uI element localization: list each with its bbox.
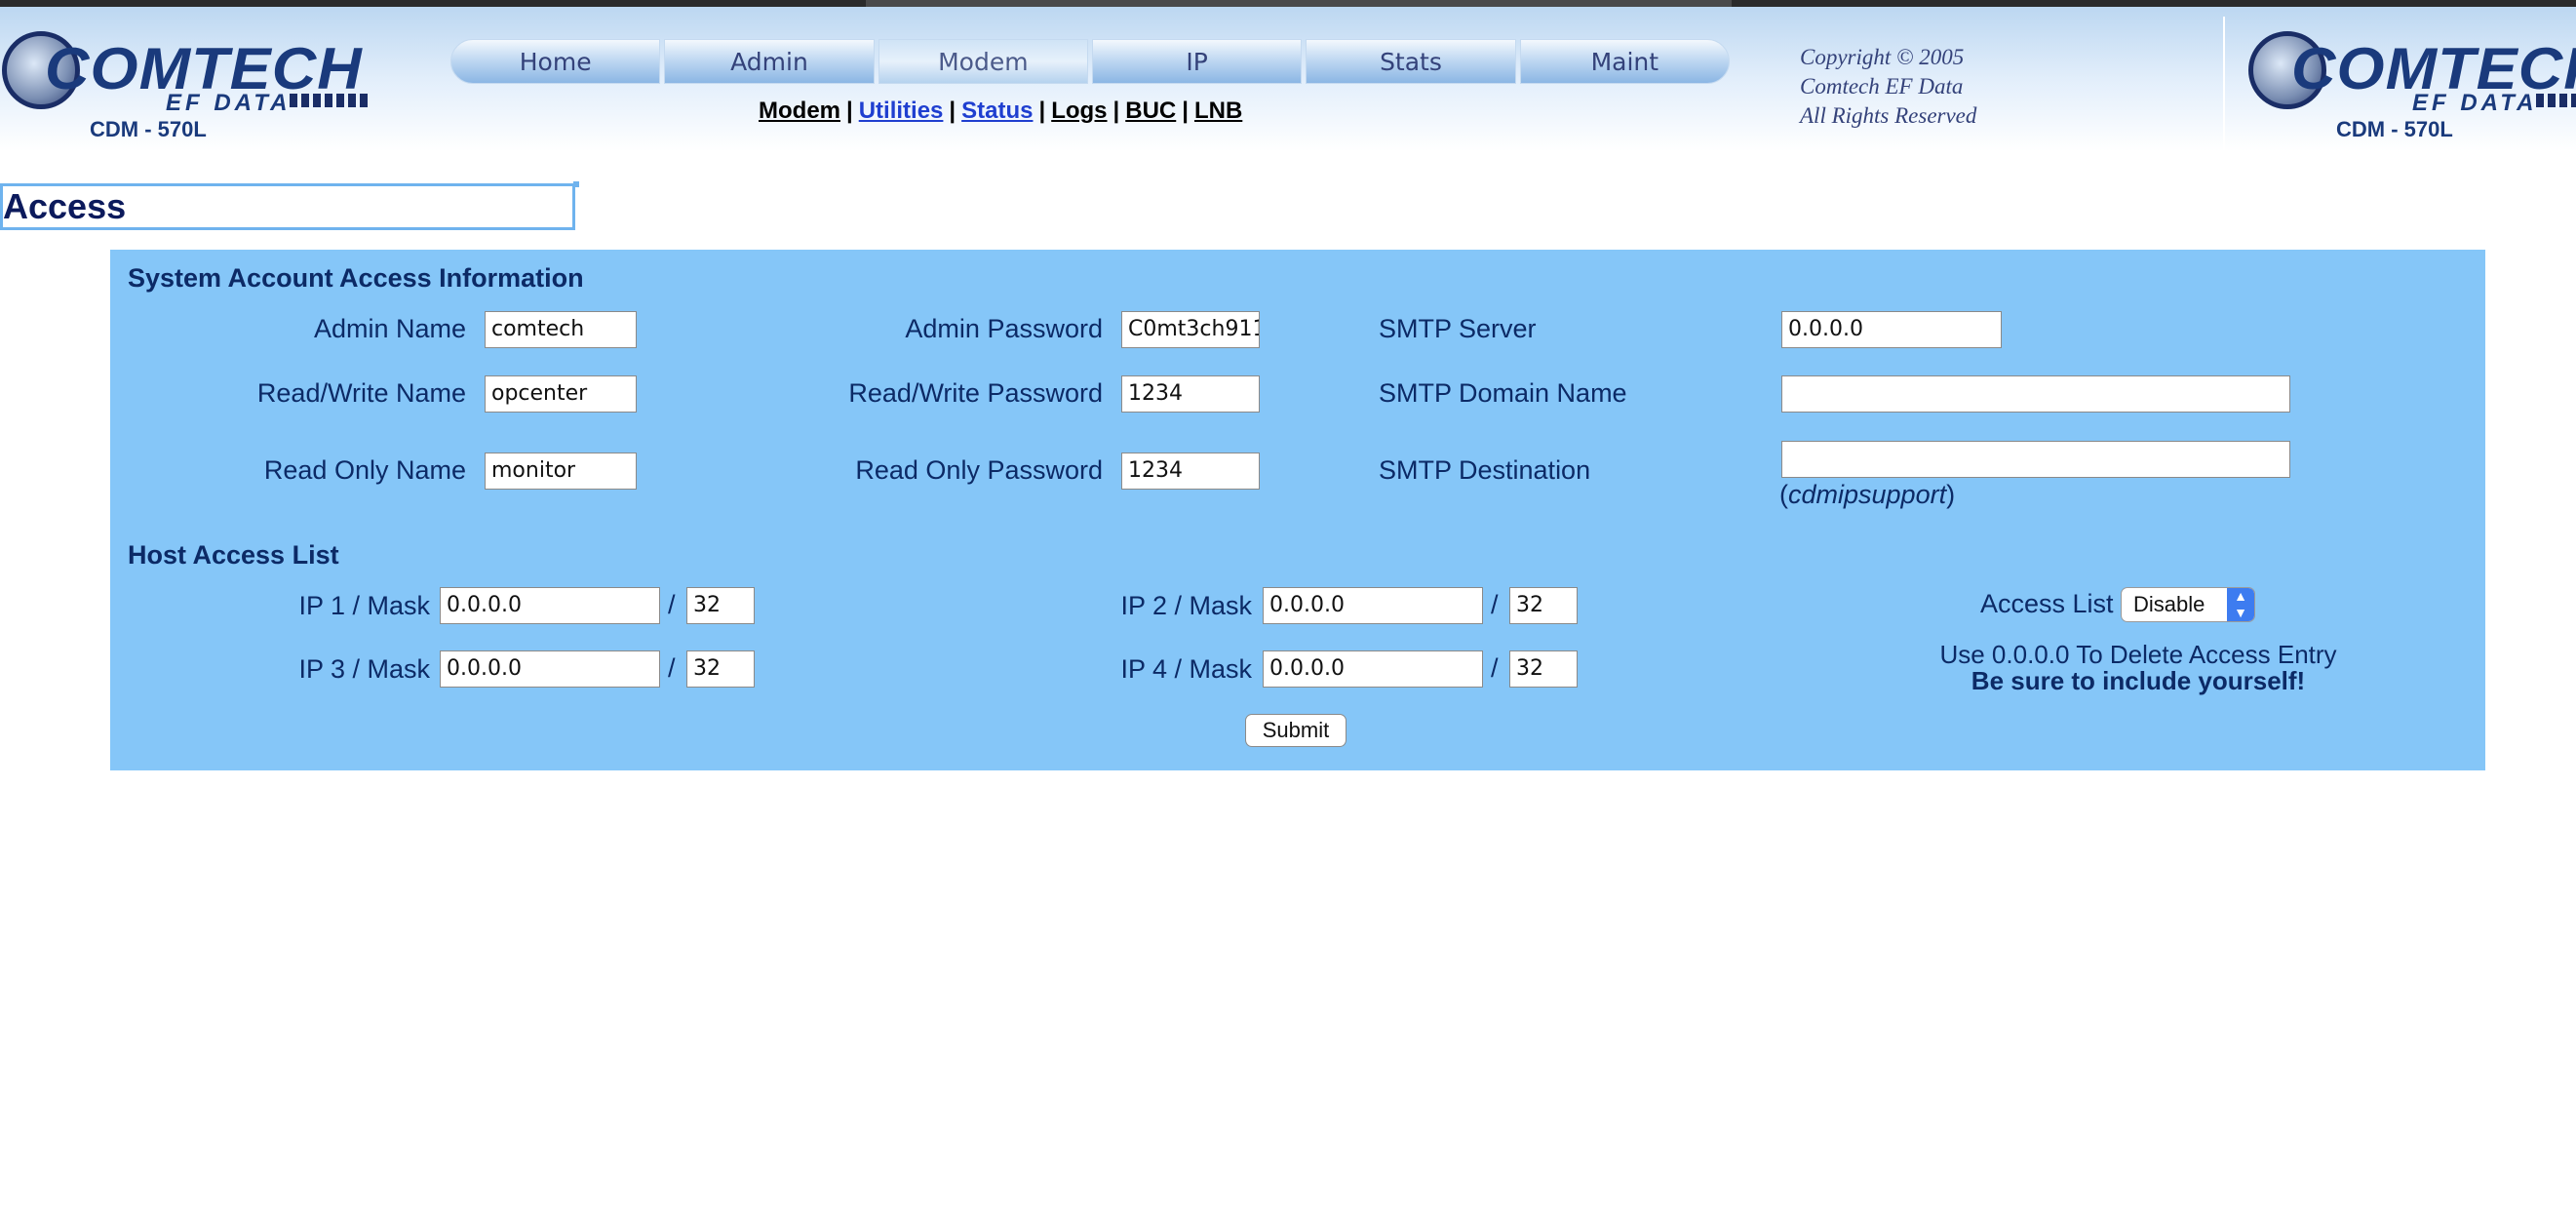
access-panel: System Account Access Information Admin … [110, 250, 2485, 770]
nav-stats[interactable]: Stats [1306, 39, 1516, 84]
smtp-server-input[interactable]: 0.0.0.0 [1781, 311, 2002, 348]
ro-name-label: Read Only Name [263, 455, 466, 485]
include-yourself-note: Be sure to include yourself! [1971, 666, 2306, 695]
comtech-logo-left: COMTECH EF DATA CDM - 570L [2, 23, 382, 141]
subnav-utilities[interactable]: Utilities [859, 98, 944, 124]
nav-ip[interactable]: IP [1091, 39, 1303, 84]
subnav-lnb[interactable]: LNB [1194, 98, 1242, 124]
ip2-mask-input[interactable]: 32 [1509, 587, 1578, 624]
admin-password-label: Admin Password [905, 314, 1103, 343]
ro-password-label: Read Only Password [855, 455, 1103, 485]
subnav-separator: | [1112, 98, 1120, 124]
ip1-label: IP 1 / Mask [298, 591, 430, 620]
logo-bars-icon [2536, 94, 2576, 107]
ip4-slash: / [1491, 653, 1499, 683]
admin-name-input[interactable]: comtech [485, 311, 637, 348]
subnav-status[interactable]: Status [961, 98, 1033, 124]
smtp-destination-label: SMTP Destination [1379, 455, 1591, 485]
nav-admin[interactable]: Admin [664, 39, 875, 84]
page-title: Access [0, 183, 575, 230]
access-list-label: Access List [1980, 589, 2114, 618]
host-access-title: Host Access List [128, 540, 339, 570]
nav-maint[interactable]: Maint [1519, 39, 1730, 84]
ip3-slash: / [668, 653, 676, 683]
logo-subtitle: EF DATA [166, 90, 292, 116]
access-list-select[interactable]: Disable ▲ ▼ [2121, 587, 2255, 622]
copyright: Copyright © 2005 Comtech EF Data All Rig… [1800, 43, 1976, 131]
subnav-logs[interactable]: Logs [1051, 98, 1107, 124]
ip3-mask-input[interactable]: 32 [686, 650, 755, 688]
logo-subtitle: EF DATA [2412, 90, 2538, 116]
smtp-domain-input[interactable] [1781, 375, 2290, 413]
ip4-label: IP 4 / Mask [1120, 654, 1252, 684]
top-strip [0, 0, 2576, 7]
rw-password-input[interactable]: 1234 [1121, 375, 1260, 413]
subnav-buc[interactable]: BUC [1125, 98, 1176, 124]
ip4-mask-input[interactable]: 32 [1509, 650, 1578, 688]
ro-password-input[interactable]: 1234 [1121, 453, 1260, 490]
ip1-mask-input[interactable]: 32 [686, 587, 755, 624]
sub-nav: Modem | Utilities | Status | Logs | BUC | LNB [759, 98, 1266, 129]
smtp-destination-hint: (cdmipsupport) [1779, 480, 1956, 509]
copyright-line-2: Comtech EF Data [1800, 74, 1964, 98]
admin-password-input[interactable]: C0mt3ch911 [1121, 311, 1260, 348]
subnav-separator: | [949, 98, 956, 124]
ip2-input[interactable]: 0.0.0.0 [1263, 587, 1483, 624]
copyright-line-3: All Rights Reserved [1800, 103, 1977, 128]
copyright-line-1: Copyright © 2005 [1800, 45, 1965, 69]
smtp-domain-label: SMTP Domain Name [1379, 378, 1627, 408]
access-list-selected: Disable [2133, 592, 2205, 616]
subnav-modem[interactable]: Modem [759, 98, 840, 124]
ip2-slash: / [1491, 590, 1499, 619]
rw-password-label: Read/Write Password [848, 378, 1103, 408]
ip3-input[interactable]: 0.0.0.0 [440, 650, 660, 688]
header-divider [2223, 17, 2225, 153]
rw-name-label: Read/Write Name [256, 378, 466, 408]
system-account-title: System Account Access Information [128, 263, 584, 293]
model-label: CDM - 570L [90, 117, 207, 141]
ip1-input[interactable]: 0.0.0.0 [440, 587, 660, 624]
nav-home[interactable]: Home [450, 39, 661, 84]
subnav-separator: | [846, 98, 853, 124]
chevron-up-down-icon: ▲ ▼ [2227, 588, 2254, 621]
comtech-logo-right: COMTECH EF DATA CDM - 570L [2248, 23, 2576, 141]
smtp-server-label: SMTP Server [1379, 314, 1537, 343]
ip2-label: IP 2 / Mask [1120, 591, 1252, 620]
subnav-separator: | [1038, 98, 1046, 124]
rw-name-input[interactable]: opcenter [485, 375, 637, 413]
ip1-slash: / [668, 590, 676, 619]
title-box-handle [573, 181, 579, 187]
ip4-input[interactable]: 0.0.0.0 [1263, 650, 1483, 688]
nav-modem[interactable]: Modem [878, 39, 1088, 84]
model-label: CDM - 570L [2336, 117, 2453, 141]
main-nav: Home Admin Modem IP Stats Maint [450, 39, 1730, 84]
admin-name-label: Admin Name [313, 314, 466, 343]
ro-name-input[interactable]: monitor [485, 453, 637, 490]
submit-button[interactable]: Submit [1245, 714, 1347, 747]
subnav-separator: | [1182, 98, 1189, 124]
ip3-label: IP 3 / Mask [298, 654, 430, 684]
logo-bars-icon [290, 94, 368, 107]
smtp-destination-input[interactable] [1781, 441, 2290, 478]
